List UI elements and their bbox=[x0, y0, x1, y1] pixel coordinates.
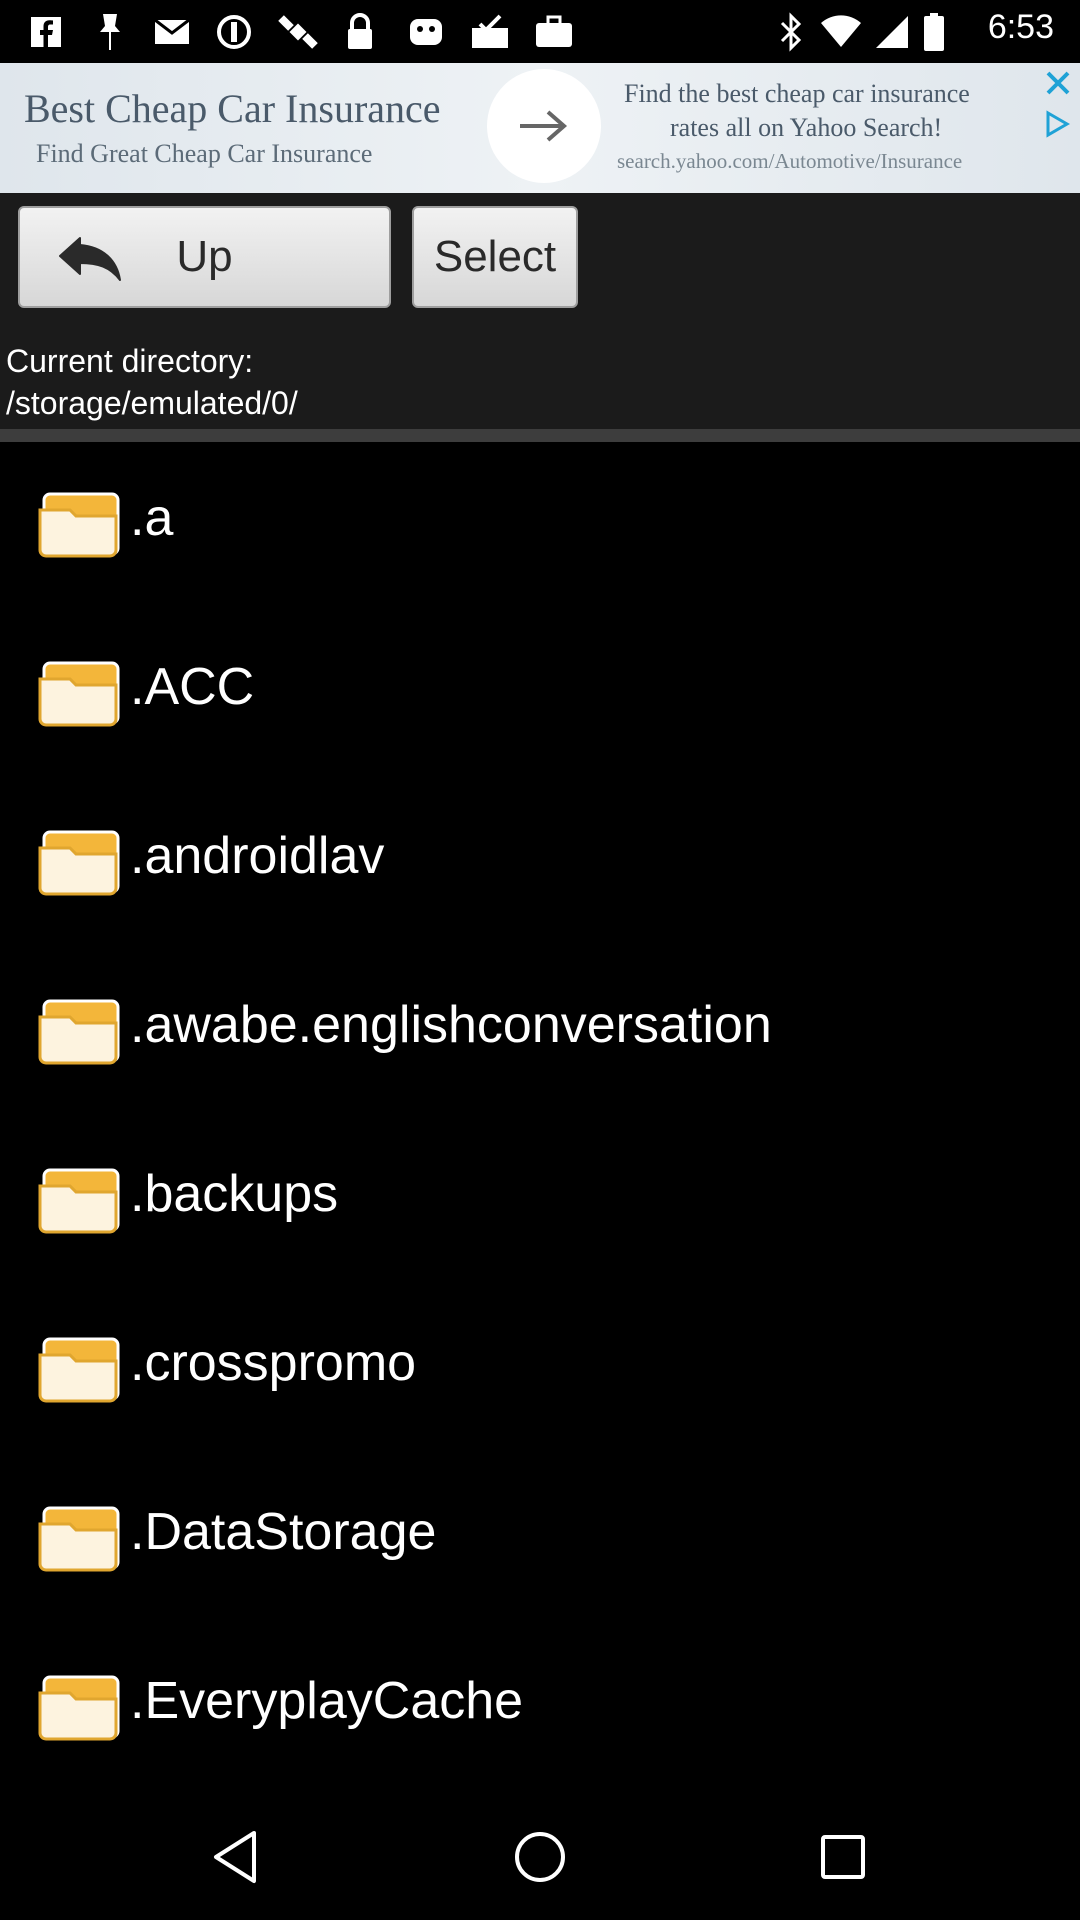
folder-icon bbox=[36, 1337, 122, 1405]
adchoices-icon[interactable] bbox=[1042, 109, 1072, 139]
toolbar: Up Select bbox=[0, 193, 1080, 333]
navigation-bar bbox=[0, 1792, 1080, 1920]
folder-icon bbox=[36, 492, 122, 560]
android-icon bbox=[404, 12, 448, 52]
current-directory-label: Current directory: bbox=[6, 343, 254, 379]
home-nav-icon[interactable] bbox=[505, 1822, 575, 1892]
briefcase-icon bbox=[532, 12, 576, 52]
divider bbox=[0, 429, 1080, 442]
signal-icon bbox=[872, 12, 912, 52]
arrow-right-icon[interactable] bbox=[487, 69, 601, 183]
satellite-icon bbox=[276, 12, 320, 52]
file-name: .androidlav bbox=[130, 827, 385, 885]
mail-icon bbox=[152, 12, 192, 52]
list-item[interactable]: .EveryplayCache bbox=[0, 1625, 1080, 1794]
folder-icon bbox=[36, 661, 122, 729]
pin-icon bbox=[90, 12, 130, 52]
list-item[interactable]: .awabe.englishconversation bbox=[0, 949, 1080, 1118]
current-directory: Current directory: /storage/emulated/0/ bbox=[0, 333, 1080, 429]
folder-icon bbox=[36, 999, 122, 1067]
bluetooth-icon bbox=[776, 12, 806, 52]
file-name: .a bbox=[130, 489, 174, 547]
back-nav-icon[interactable] bbox=[200, 1822, 270, 1892]
list-item[interactable]: .backups bbox=[0, 1118, 1080, 1287]
wifi-icon bbox=[818, 12, 864, 52]
file-name: .EveryplayCache bbox=[130, 1672, 524, 1730]
select-button-label: Select bbox=[433, 232, 557, 281]
list-item[interactable]: .DataStorage bbox=[0, 1456, 1080, 1625]
select-button[interactable]: Select bbox=[412, 206, 578, 308]
ad-subtitle[interactable]: Find Great Cheap Car Insurance bbox=[36, 139, 372, 169]
recents-nav-icon[interactable] bbox=[808, 1822, 878, 1892]
file-name: .DataStorage bbox=[130, 1503, 437, 1561]
folder-icon bbox=[36, 830, 122, 898]
list-item[interactable]: .ACC bbox=[0, 611, 1080, 780]
folder-icon bbox=[36, 1675, 122, 1743]
ad-description-line1[interactable]: Find the best cheap car insurance bbox=[624, 79, 970, 109]
file-name: .backups bbox=[130, 1165, 339, 1223]
ad-url[interactable]: search.yahoo.com/Automotive/Insurance bbox=[617, 149, 962, 174]
inbox-check-icon bbox=[468, 12, 512, 52]
battery-icon bbox=[922, 12, 946, 52]
up-button-label: Up bbox=[176, 232, 233, 281]
list-item[interactable]: .a bbox=[0, 442, 1080, 611]
folder-icon bbox=[36, 1506, 122, 1574]
ad-close-icon[interactable] bbox=[1042, 67, 1074, 99]
facebook-icon bbox=[26, 12, 66, 52]
file-name: .awabe.englishconversation bbox=[130, 996, 772, 1054]
folder-icon bbox=[36, 1168, 122, 1236]
file-name: .ACC bbox=[130, 658, 255, 716]
blocked-icon bbox=[214, 12, 254, 52]
list-item[interactable]: .crosspromo bbox=[0, 1287, 1080, 1456]
file-name: .crosspromo bbox=[130, 1334, 417, 1392]
list-item[interactable]: .androidlav bbox=[0, 780, 1080, 949]
status-bar: 6:53 bbox=[0, 0, 1080, 63]
current-directory-path: /storage/emulated/0/ bbox=[6, 385, 298, 421]
clock: 6:53 bbox=[987, 8, 1054, 46]
ad-title[interactable]: Best Cheap Car Insurance bbox=[24, 85, 441, 132]
ad-description-line2[interactable]: rates all on Yahoo Search! bbox=[670, 113, 942, 143]
back-arrow-icon bbox=[56, 234, 128, 295]
lock-icon bbox=[342, 12, 378, 52]
up-button[interactable]: Up bbox=[18, 206, 391, 308]
ad-banner[interactable]: Best Cheap Car Insurance Find Great Chea… bbox=[0, 63, 1080, 193]
